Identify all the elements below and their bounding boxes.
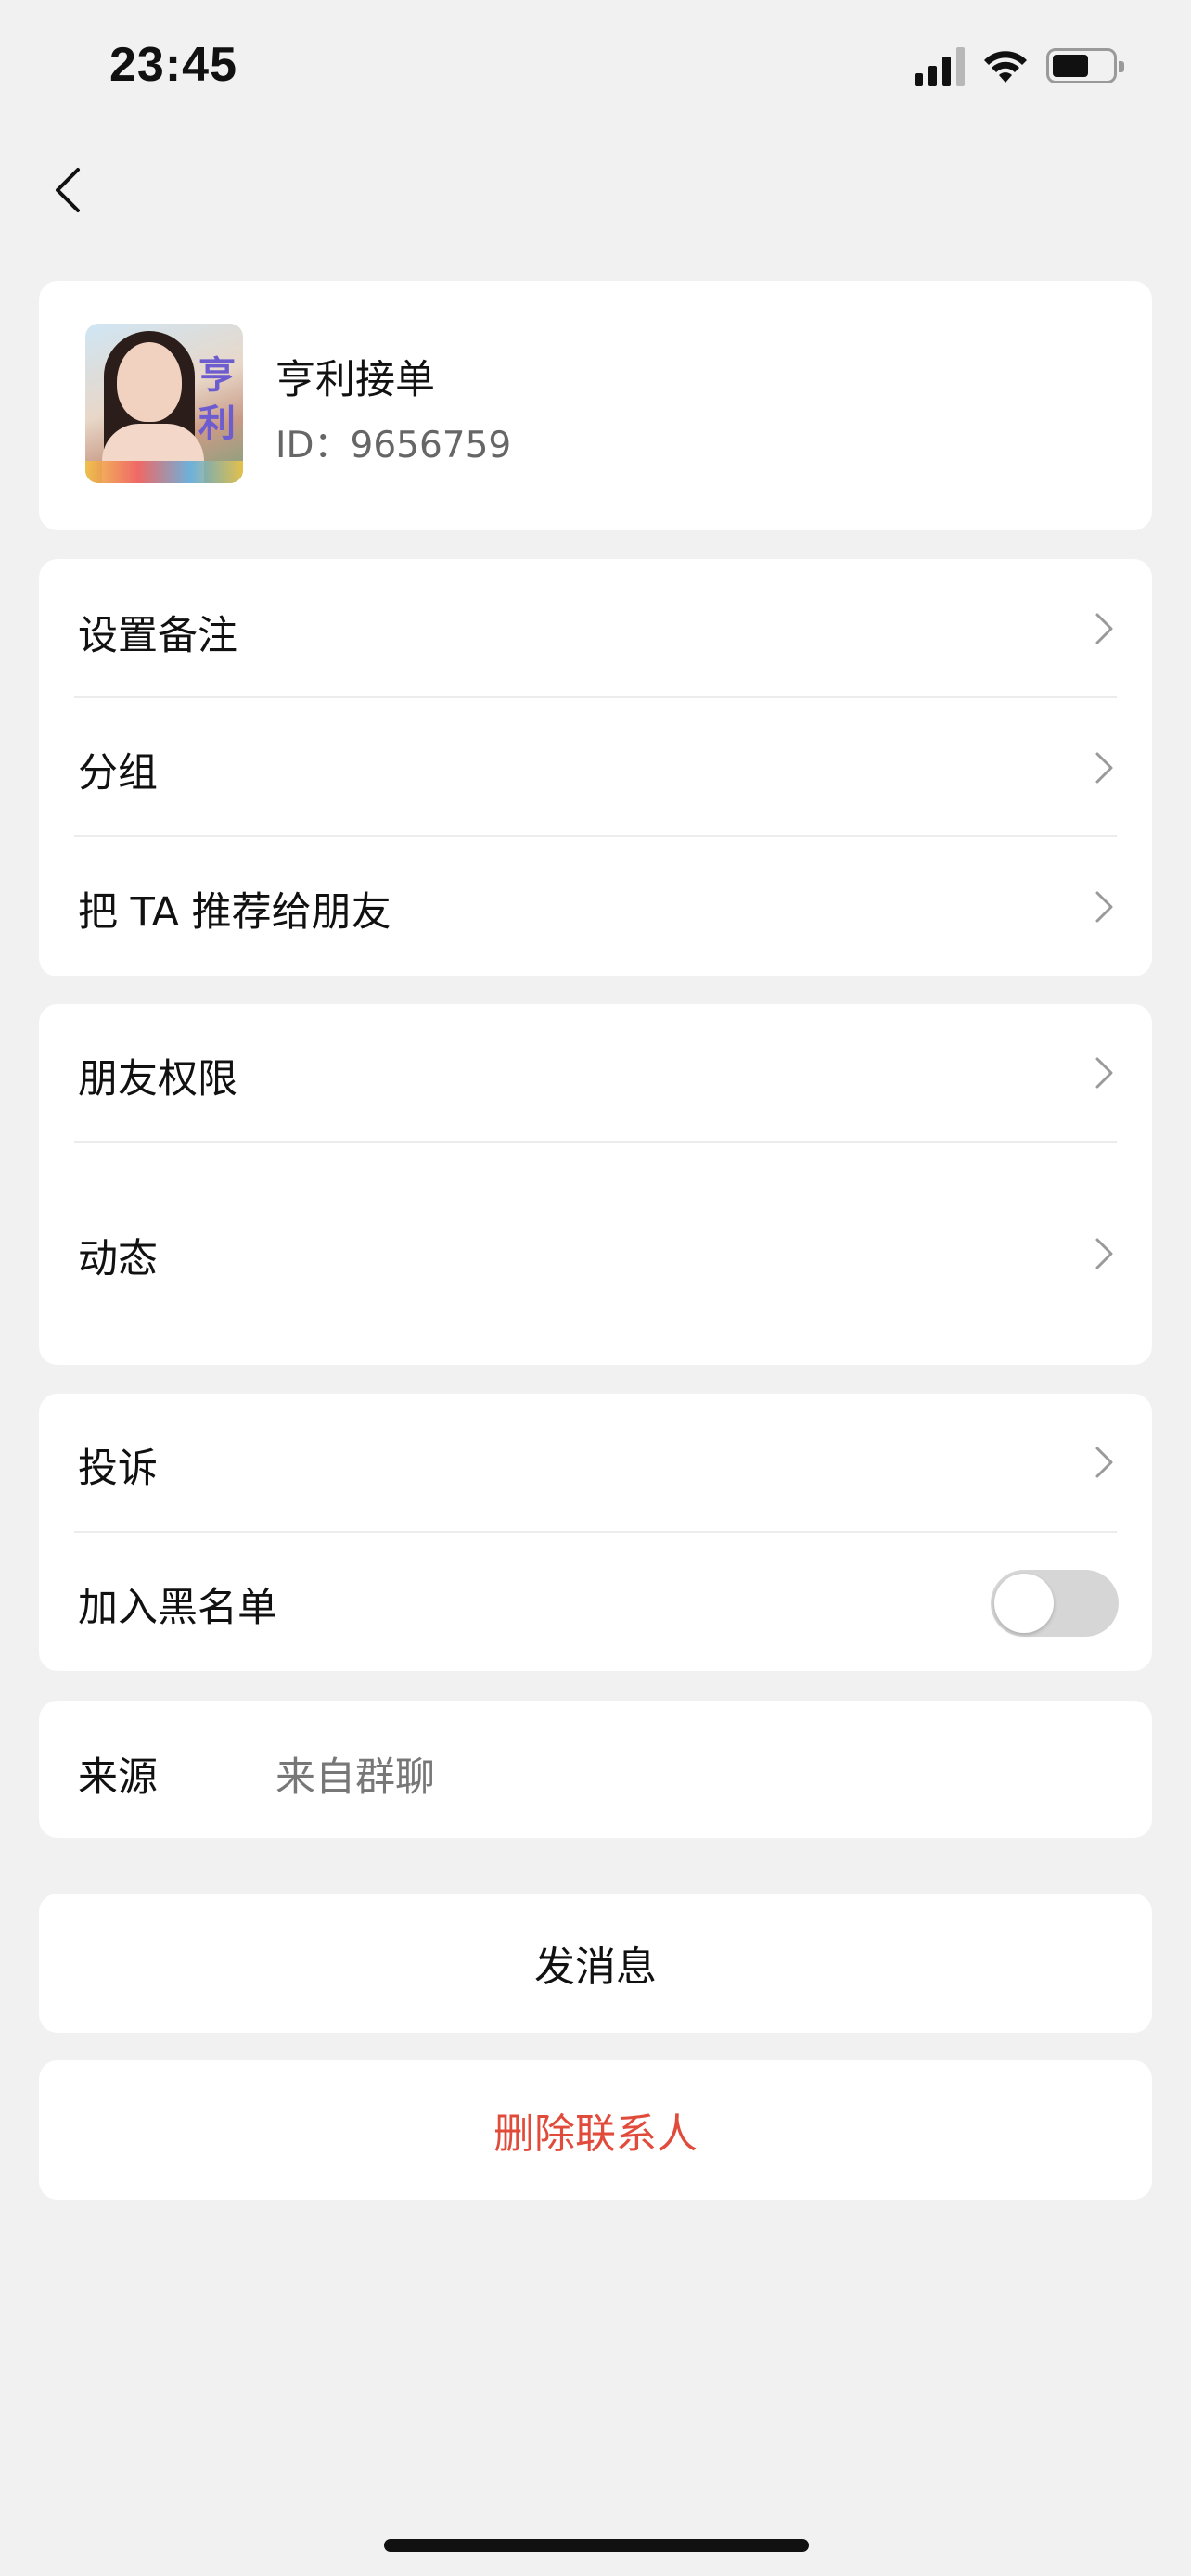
blacklist-label: 加入黑名单 xyxy=(78,1585,277,1631)
complaint-label: 投诉 xyxy=(78,1446,158,1492)
recommend-to-friend-label: 把 TA 推荐给朋友 xyxy=(78,889,391,936)
blacklist-toggle[interactable] xyxy=(991,1570,1119,1637)
chevron-left-icon xyxy=(56,168,80,212)
back-button[interactable] xyxy=(45,162,91,218)
status-time: 23:45 xyxy=(109,38,237,92)
chevron-right-icon xyxy=(1095,891,1113,923)
complaint-row[interactable]: 投诉 xyxy=(39,1394,1152,1531)
moments-label: 动态 xyxy=(78,1236,158,1282)
avatar-badge-logo: 亨利 xyxy=(198,353,236,445)
contact-detail-screen: 23:45 亨利 亨利接单 ID：9656759 设置备注 分组 把 TA 推荐… xyxy=(0,0,1191,2576)
send-message-label: 发消息 xyxy=(534,1944,657,1991)
status-icons xyxy=(915,43,1124,89)
friend-permissions-label: 朋友权限 xyxy=(78,1056,237,1103)
moments-row[interactable]: 动态 xyxy=(39,1143,1152,1365)
delete-contact-button[interactable]: 删除联系人 xyxy=(39,2060,1152,2200)
home-indicator[interactable] xyxy=(384,2539,809,2552)
profile-card: 亨利 亨利接单 ID：9656759 xyxy=(39,281,1152,530)
menu-group-settings: 设置备注 分组 把 TA 推荐给朋友 xyxy=(39,559,1152,976)
set-remark-label: 设置备注 xyxy=(78,613,237,659)
menu-group-safety: 投诉 加入黑名单 xyxy=(39,1394,1152,1671)
chevron-right-icon xyxy=(1095,752,1113,784)
avatar[interactable]: 亨利 xyxy=(85,324,243,483)
wifi-icon xyxy=(984,51,1027,83)
toggle-knob xyxy=(994,1574,1054,1633)
source-value: 来自群聊 xyxy=(275,1754,435,1801)
set-remark-row[interactable]: 设置备注 xyxy=(39,559,1152,698)
chevron-right-icon xyxy=(1095,613,1113,644)
chevron-right-icon xyxy=(1095,1238,1113,1269)
profile-id: ID：9656759 xyxy=(275,425,512,466)
battery-icon xyxy=(1046,48,1124,83)
group-label: 分组 xyxy=(78,750,158,797)
blacklist-row: 加入黑名单 xyxy=(39,1533,1152,1671)
profile-name: 亨利接单 xyxy=(275,357,435,403)
source-label: 来源 xyxy=(78,1754,158,1801)
send-message-button[interactable]: 发消息 xyxy=(39,1894,1152,2033)
delete-contact-label: 删除联系人 xyxy=(493,2111,698,2158)
source-card: 来源 来自群聊 xyxy=(39,1701,1152,1838)
chevron-right-icon xyxy=(1095,1057,1113,1089)
recommend-to-friend-row[interactable]: 把 TA 推荐给朋友 xyxy=(39,837,1152,976)
chevron-right-icon xyxy=(1095,1447,1113,1478)
friend-permissions-row[interactable]: 朋友权限 xyxy=(39,1004,1152,1141)
group-row[interactable]: 分组 xyxy=(39,698,1152,837)
menu-group-privacy: 朋友权限 动态 xyxy=(39,1004,1152,1365)
cellular-signal-icon xyxy=(915,45,965,86)
